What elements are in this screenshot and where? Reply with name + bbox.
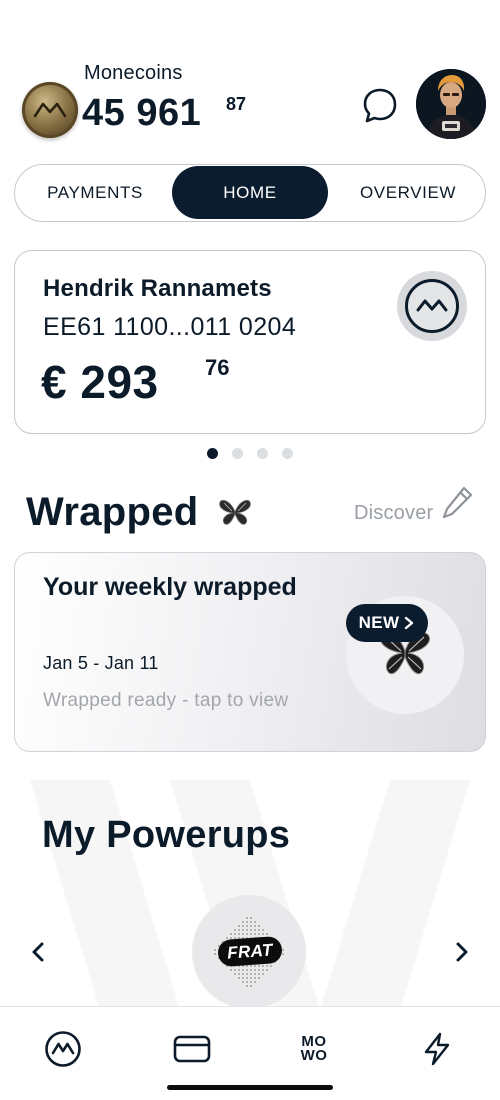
nav-powerups-button[interactable] <box>417 1029 457 1069</box>
discover-link[interactable]: Discover <box>354 502 433 525</box>
bank-logo-icon <box>397 271 467 341</box>
weekly-wrapped-card[interactable]: Your weekly wrapped Jan 5 - Jan 11 Wrapp… <box>14 552 486 752</box>
pager-dot[interactable] <box>232 448 243 459</box>
mowo-logo: MO WO <box>300 1033 328 1064</box>
lightning-icon <box>424 1032 450 1066</box>
chevron-left-icon <box>32 942 44 962</box>
user-avatar[interactable] <box>416 69 486 139</box>
coins-balance-decimal: 87 <box>226 94 247 114</box>
powerups-prev-button[interactable] <box>24 938 52 966</box>
tab-bar: PAYMENTS HOME OVERVIEW <box>14 164 486 222</box>
account-iban: EE61 1100...011 0204 <box>43 313 297 341</box>
tab-home[interactable]: HOME <box>172 166 328 219</box>
butterfly-icon <box>219 499 251 525</box>
account-balance: € 293 <box>41 356 159 408</box>
chevron-right-icon <box>456 942 468 962</box>
account-holder-name: Hendrik Rannamets <box>43 275 272 302</box>
nav-cards-button[interactable] <box>172 1029 212 1069</box>
coins-label: Monecoins <box>84 62 183 84</box>
powerups-next-button[interactable] <box>448 938 476 966</box>
chevron-right-icon <box>405 616 414 630</box>
wrapped-subtitle: Wrapped ready - tap to view <box>43 690 289 711</box>
edit-pencil-icon[interactable] <box>440 484 474 522</box>
card-icon <box>173 1035 211 1063</box>
home-indicator <box>167 1085 333 1090</box>
coins-balance: 45 961 <box>82 92 202 134</box>
new-badge-button[interactable]: NEW <box>346 604 428 642</box>
wrapped-date-range: Jan 5 - Jan 11 <box>43 653 159 673</box>
tab-overview[interactable]: OVERVIEW <box>333 165 483 220</box>
pager-dot[interactable] <box>257 448 268 459</box>
wrapped-section-title: Wrapped <box>26 490 199 534</box>
account-balance-decimal: 76 <box>205 355 230 380</box>
pager-dot[interactable] <box>282 448 293 459</box>
pager-dot[interactable] <box>207 448 218 459</box>
tab-payments[interactable]: PAYMENTS <box>19 165 171 220</box>
wrapped-card-title: Your weekly wrapped <box>43 573 297 601</box>
nav-mowo-button[interactable]: MO WO <box>294 1029 334 1069</box>
chat-bubble-icon[interactable] <box>360 86 400 126</box>
powerup-label: FRAT <box>217 935 283 968</box>
powerups-section-title: My Powerups <box>42 814 291 856</box>
monecoin-icon <box>22 82 78 138</box>
card-pager <box>207 448 293 459</box>
account-card[interactable]: Hendrik Rannamets EE61 1100...011 0204 €… <box>14 250 486 434</box>
nav-home-button[interactable] <box>43 1029 83 1069</box>
home-logo-icon <box>45 1031 81 1067</box>
new-badge-label: NEW <box>358 613 400 632</box>
bottom-navigation: MO WO <box>0 1006 500 1100</box>
